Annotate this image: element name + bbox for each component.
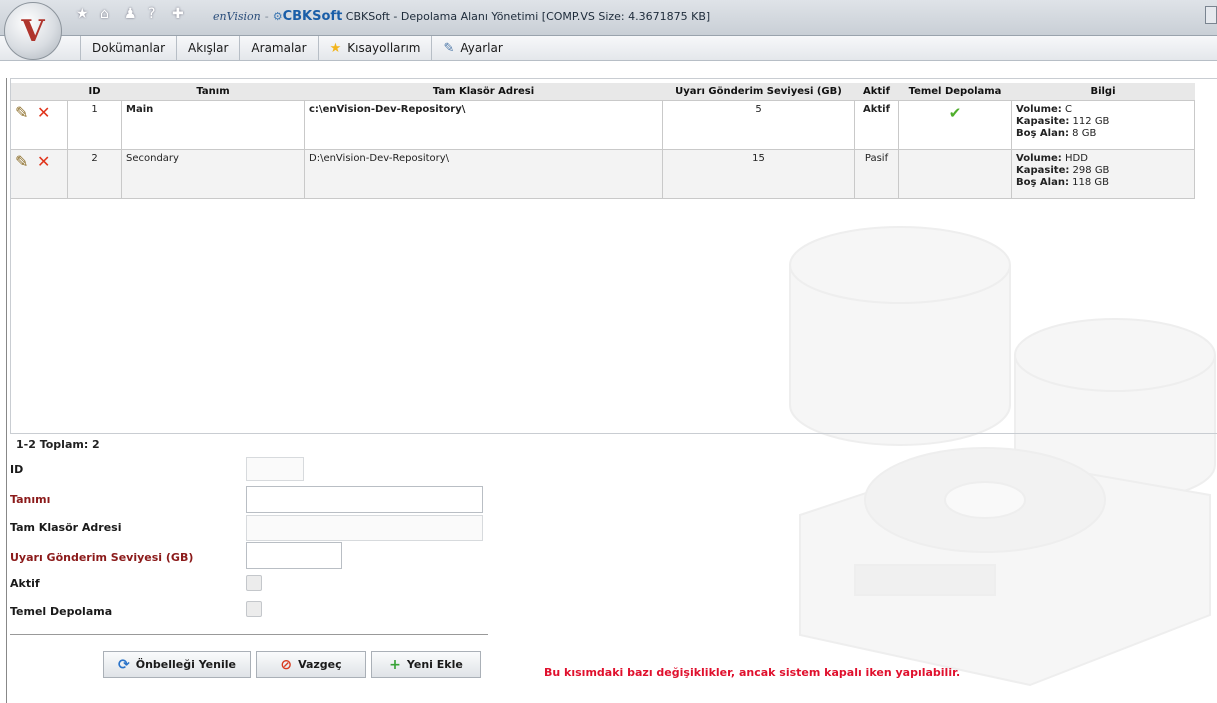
window-title-text: CBKSoft - Depolama Alanı Yönetimi [COMP.… [345, 10, 711, 23]
col-actions [11, 83, 68, 101]
cell-aktif: Pasif [854, 149, 899, 199]
cell-uyari: 15 [662, 149, 855, 199]
star-icon[interactable]: ★ [76, 7, 90, 21]
bos-alan-label: Boş Alan: [1016, 177, 1069, 188]
button-label: Vazgeç [298, 658, 342, 671]
kapasite-label: Kapasite: [1016, 116, 1070, 127]
col-id[interactable]: ID [67, 83, 122, 101]
adres-field[interactable] [246, 515, 483, 541]
aktif-checkbox[interactable] [246, 575, 262, 591]
row-actions: ✎ ✕ [11, 149, 68, 199]
window-edge-button[interactable] [1205, 6, 1217, 24]
volume-label: Volume: [1016, 104, 1062, 115]
cbk-logo: CBKSoft [282, 9, 343, 24]
tanim-label: Tanımı [10, 493, 51, 506]
kapasite-value: 112 GB [1072, 116, 1110, 127]
wrench-icon: ✎ [443, 40, 455, 56]
menu-dokumanlar[interactable]: Dokümanlar [80, 36, 176, 60]
col-temel[interactable]: Temel Depolama [898, 83, 1012, 101]
bos-alan-value: 8 GB [1072, 128, 1097, 139]
home-icon[interactable]: ⌂ [100, 7, 114, 21]
cell-adres: c:\enVision-Dev-Repository\ [304, 100, 663, 150]
bos-alan-label: Boş Alan: [1016, 128, 1069, 139]
left-border [6, 78, 7, 703]
button-label: Yeni Ekle [406, 658, 463, 671]
col-tanim[interactable]: Tanım [121, 83, 305, 101]
volume-value: HDD [1065, 153, 1088, 164]
col-aktif[interactable]: Aktif [854, 83, 899, 101]
id-field[interactable] [246, 457, 304, 481]
cell-adres: D:\enVision-Dev-Repository\ [304, 149, 663, 199]
edit-icon[interactable]: ✎ [15, 153, 33, 171]
storage-grid-panel: ID Tanım Tam Klasör Adresi Uyarı Gönderi… [10, 78, 1217, 434]
cancel-icon: ⊘ [280, 656, 293, 673]
divider [10, 634, 488, 635]
bos-alan-value: 118 GB [1072, 177, 1110, 188]
table-row[interactable]: ✎ ✕ 2 Secondary D:\enVision-Dev-Repositor… [11, 149, 1195, 199]
cell-temel [898, 149, 1012, 199]
cell-temel: ✔ [898, 100, 1012, 150]
edit-icon[interactable]: ✎ [15, 104, 33, 122]
volume-label: Volume: [1016, 153, 1062, 164]
col-bilgi[interactable]: Bilgi [1011, 83, 1195, 101]
adres-label: Tam Klasör Adresi [10, 521, 122, 534]
button-label: Önbelleği Yenile [135, 658, 236, 671]
storage-table: ID Tanım Tam Klasör Adresi Uyarı Gönderi… [11, 83, 1195, 199]
cell-bilgi: Volume: C Kapasite: 112 GB Boş Alan: 8 G… [1011, 100, 1195, 150]
envision-logo: enVision [213, 10, 261, 23]
cell-bilgi: Volume: HDD Kapasite: 298 GB Boş Alan: 1… [1011, 149, 1195, 199]
delete-icon[interactable]: ✕ [37, 104, 55, 122]
refresh-icon: ⟳ [118, 656, 130, 673]
quick-access-toolbar: ★ ⌂ ♟ ? ✚ [76, 7, 186, 21]
cell-uyari: 5 [662, 100, 855, 150]
app-logo-icon: V [21, 13, 45, 49]
star-icon: ★ [329, 40, 342, 56]
cell-tanim: Main [121, 100, 305, 150]
grid-total: 1-2 Toplam: 2 [16, 438, 100, 451]
plugin-icon[interactable]: ✚ [172, 7, 186, 21]
table-row[interactable]: ✎ ✕ 1 Main c:\enVision-Dev-Repository\ 5 … [11, 100, 1195, 150]
kapasite-label: Kapasite: [1016, 165, 1070, 176]
title-bar: ★ ⌂ ♟ ? ✚ enVision - ⚙CBKSoft CBKSoft - De… [0, 0, 1217, 36]
menu-label: Aramalar [251, 41, 307, 55]
user-icon[interactable]: ♟ [124, 7, 138, 21]
tanim-field[interactable] [246, 486, 483, 513]
id-label: ID [10, 463, 24, 476]
menu-kisayollarim[interactable]: ★ Kısayollarım [317, 36, 432, 60]
aktif-label: Aktif [10, 577, 40, 590]
menu-label: Ayarlar [460, 41, 503, 55]
cell-tanim: Secondary [121, 149, 305, 199]
uyari-label: Uyarı Gönderim Seviyesi (GB) [10, 551, 194, 564]
uyari-field[interactable] [246, 542, 342, 569]
menu-akislar[interactable]: Akışlar [176, 36, 239, 60]
check-icon: ✔ [948, 104, 962, 122]
cell-id: 2 [67, 149, 122, 199]
temel-checkbox[interactable] [246, 601, 262, 617]
app-menu-button[interactable]: V [4, 2, 62, 60]
cell-aktif: Aktif [854, 100, 899, 150]
cell-id: 1 [67, 100, 122, 150]
delete-icon[interactable]: ✕ [37, 153, 55, 171]
temel-label: Temel Depolama [10, 605, 113, 618]
refresh-cache-button[interactable]: ⟳ Önbelleği Yenile [103, 651, 251, 678]
cancel-button[interactable]: ⊘ Vazgeç [256, 651, 366, 678]
volume-value: C [1065, 104, 1072, 115]
col-adres[interactable]: Tam Klasör Adresi [304, 83, 663, 101]
help-icon[interactable]: ? [148, 7, 162, 21]
add-new-button[interactable]: + Yeni Ekle [371, 651, 481, 678]
kapasite-value: 298 GB [1072, 165, 1110, 176]
menu-label: Akışlar [188, 41, 229, 55]
menu-ayarlar[interactable]: ✎ Ayarlar [431, 36, 513, 60]
add-icon: + [389, 656, 401, 673]
menu-aramalar[interactable]: Aramalar [239, 36, 317, 60]
menu-label: Kısayollarım [347, 41, 421, 55]
table-header-row: ID Tanım Tam Klasör Adresi Uyarı Gönderi… [11, 83, 1195, 101]
warning-message: Bu kısımdaki bazı değişiklikler, ancak s… [544, 666, 961, 679]
menu-label: Dokümanlar [92, 41, 166, 55]
window-title: enVision - ⚙CBKSoft CBKSoft - Depolama Ala… [213, 9, 711, 24]
cbk-logo-icon: ⚙ [272, 10, 283, 23]
menu-bar: Dokümanlar Akışlar Aramalar ★ Kısayolları… [0, 36, 1217, 61]
row-actions: ✎ ✕ [11, 100, 68, 150]
col-uyari[interactable]: Uyarı Gönderim Seviyesi (GB) [662, 83, 855, 101]
